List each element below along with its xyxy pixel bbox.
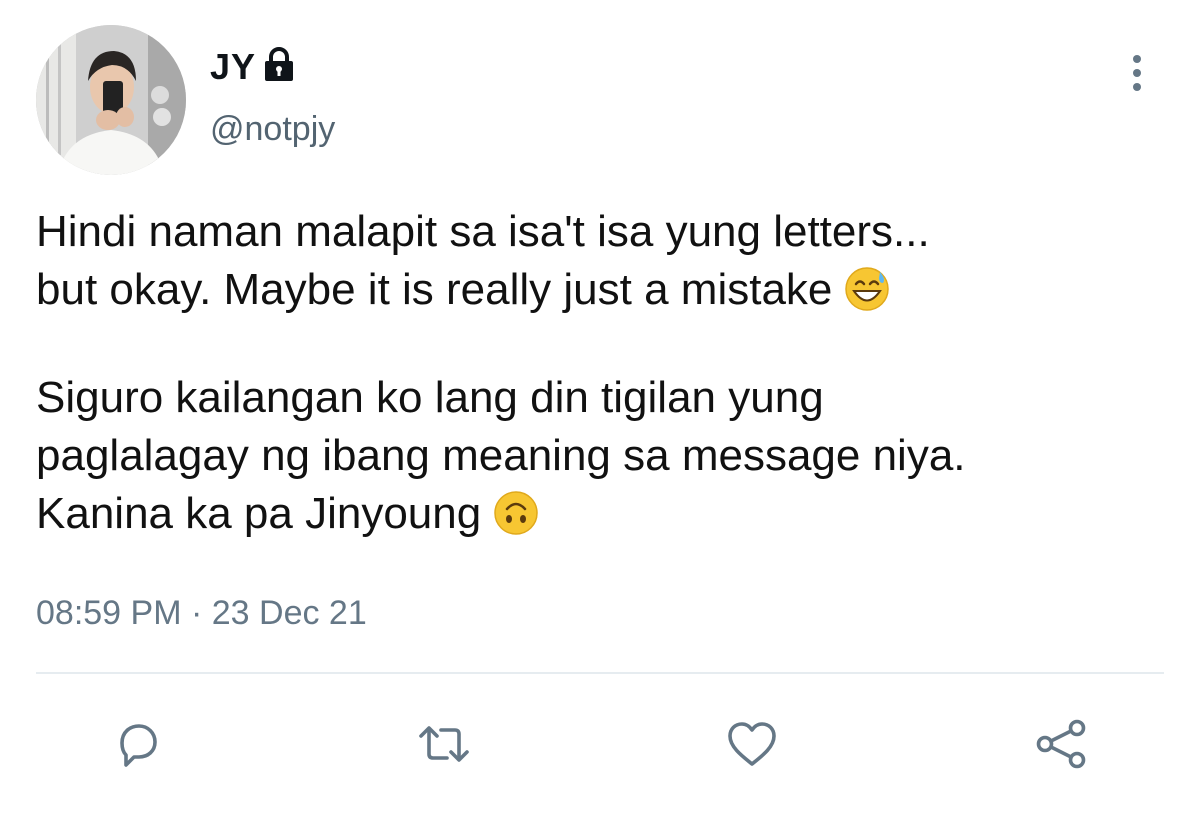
user-handle[interactable]: @notpjy xyxy=(210,110,335,149)
tweet-line: paglalagay ng ibang meaning sa message n… xyxy=(36,431,966,480)
tweet-paragraph: Siguro kailangan ko lang din tigilan yun… xyxy=(36,369,1166,543)
tweet-date: 23 Dec 21 xyxy=(211,594,367,632)
tweet-card: JY @notpjy Hindi naman malapit sa isa't … xyxy=(0,0,1200,831)
tweet-line: Hindi naman malapit sa isa't isa yung le… xyxy=(36,207,930,256)
display-name[interactable]: JY xyxy=(210,46,296,88)
upside-down-face-icon xyxy=(493,490,539,536)
like-button[interactable] xyxy=(722,714,782,774)
tweet-line: Kanina ka pa Jinyoung xyxy=(36,489,482,538)
tweet-text: Hindi naman malapit sa isa't isa yung le… xyxy=(36,203,1166,543)
retweet-button[interactable] xyxy=(414,714,474,774)
tweet-line: but okay. Maybe it is really just a mist… xyxy=(36,265,833,314)
like-icon xyxy=(728,722,776,766)
reply-icon xyxy=(120,724,157,767)
tweet-paragraph: Hindi naman malapit sa isa't isa yung le… xyxy=(36,203,1166,319)
share-button[interactable] xyxy=(1031,714,1091,774)
grinning-face-with-sweat-icon xyxy=(844,266,890,312)
retweet-icon xyxy=(419,726,469,762)
lock-icon xyxy=(262,47,296,83)
avatar[interactable] xyxy=(36,25,186,175)
meta-separator: · xyxy=(181,594,212,632)
display-name-text: JY xyxy=(210,46,257,87)
divider xyxy=(36,672,1164,674)
reply-button[interactable] xyxy=(108,714,168,774)
tweet-timestamp[interactable]: 08:59 PM · 23 Dec 21 xyxy=(36,594,367,633)
share-icon xyxy=(1036,719,1086,769)
more-vertical-icon[interactable] xyxy=(1122,52,1152,96)
tweet-line: Siguro kailangan ko lang din tigilan yun… xyxy=(36,373,824,422)
tweet-time: 08:59 PM xyxy=(36,594,182,632)
